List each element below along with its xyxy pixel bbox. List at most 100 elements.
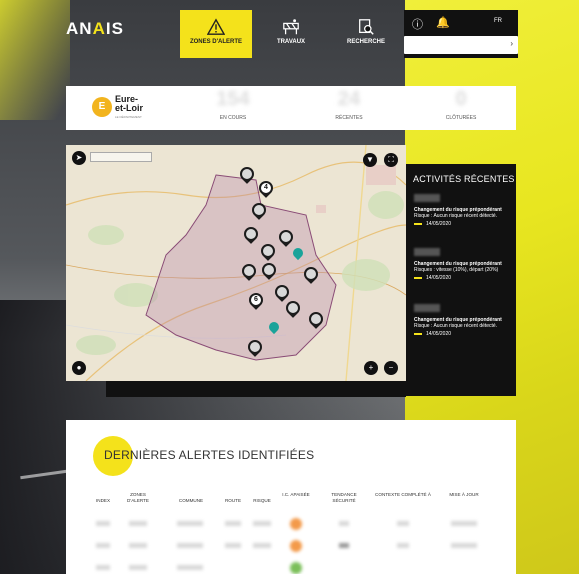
filter-icon[interactable]: ▼ (363, 153, 377, 167)
cluster-count: 4 (261, 183, 271, 193)
pin-center (277, 287, 287, 297)
date-marker (414, 333, 422, 335)
table-cell (451, 521, 477, 526)
table-cell (397, 521, 409, 526)
table-cell (225, 521, 241, 526)
col-ic-apaisee[interactable]: I.C. APAISÉE (281, 492, 311, 498)
activity-placeholder (414, 304, 440, 312)
stat-value: 154 (216, 88, 250, 110)
status-indicator (290, 540, 302, 552)
table-cell (397, 543, 409, 548)
pin-center (311, 314, 321, 324)
nav-travaux[interactable]: TRAVAUX (255, 10, 327, 58)
table-cell (177, 565, 203, 570)
alerts-table-header: INDEX ZONES D'ALERTE COMMUNE ROUTE RISQU… (91, 490, 506, 510)
col-commune[interactable]: COMMUNE (171, 498, 211, 504)
activity-date: 14/05/2020 (426, 221, 452, 227)
department-logo: E Eure- et-Loir LE DÉPARTEMENT (92, 95, 162, 123)
department-name: Eure- et-Loir (115, 95, 143, 113)
latest-alerts-card: DERNIÈRES ALERTES IDENTIFIÉES INDEX ZONE… (66, 420, 516, 574)
department-logo-mark: E (92, 97, 112, 117)
table-cell (96, 543, 110, 548)
activity-date: 14/05/2020 (426, 275, 452, 281)
pin-center (295, 250, 301, 256)
bell-icon[interactable]: 🔔 (436, 16, 450, 29)
pin-center (246, 229, 256, 239)
map-markers (66, 145, 406, 381)
col-tendance[interactable]: TENDANCE SÉCURITÉ (327, 492, 361, 504)
table-cell (129, 543, 147, 548)
warning-icon (207, 18, 225, 35)
pin-center (263, 246, 273, 256)
activities-title: ACTIVITÉS RÉCENTES (413, 174, 515, 184)
chevron-right-icon[interactable]: › (510, 39, 513, 48)
activity-item[interactable]: Changement du risque prépondérant Risque… (414, 304, 512, 337)
pin-center (306, 269, 316, 279)
nav-label: ZONES D'ALERTE (189, 39, 243, 45)
table-cell (253, 543, 271, 548)
info-icon[interactable]: ⓘ (412, 16, 424, 31)
table-row[interactable] (91, 562, 506, 574)
table-row[interactable] (91, 540, 506, 554)
date-marker (414, 277, 422, 279)
header-search-field[interactable]: › (404, 36, 518, 54)
alerts-title: DERNIÈRES ALERTES IDENTIFIÉES (104, 448, 315, 462)
activity-desc: Risque : Aucun risque récent détecté. (414, 213, 498, 219)
activity-placeholder (414, 194, 440, 202)
table-cell (339, 543, 349, 548)
stat-cloturees: 0 CLÔTURÉES (406, 86, 516, 130)
pin-center (244, 266, 254, 276)
activity-item[interactable]: Changement du risque prépondérant Risque… (414, 194, 512, 227)
pin-center (288, 303, 298, 313)
table-cell (177, 521, 203, 526)
date-marker (414, 223, 422, 225)
stat-label: RÉCENTES (335, 115, 363, 121)
roadwork-icon (283, 19, 299, 35)
search-document-icon (359, 19, 374, 35)
col-contexte[interactable]: CONTEXTE COMPLÉTÉ À (373, 492, 433, 498)
activity-desc: Risque : Aucun risque récent détecté. (414, 323, 498, 329)
col-risque[interactable]: RISQUE (249, 498, 275, 504)
col-mise-a-jour[interactable]: MISE À JOUR (447, 492, 481, 498)
nav-zones-alerte[interactable]: ZONES D'ALERTE (180, 10, 252, 58)
status-indicator (290, 518, 302, 530)
table-cell (451, 543, 477, 548)
col-zones[interactable]: ZONES D'ALERTE (121, 492, 155, 504)
stat-value: 0 (455, 88, 467, 110)
table-cell (225, 543, 241, 548)
activity-date-row: 14/05/2020 (414, 275, 512, 281)
recent-activities-panel: ACTIVITÉS RÉCENTES Changement du risque … (406, 164, 516, 396)
stats-card: E Eure- et-Loir LE DÉPARTEMENT 154 EN CO… (66, 86, 516, 130)
activity-placeholder (414, 248, 440, 256)
activity-item[interactable]: Changement du risque prépondérant Risque… (414, 248, 512, 281)
app-logo[interactable]: ANAIS (66, 19, 124, 39)
alert-map[interactable]: 4 6 ➤ ▼ ⛶ ● + − (66, 145, 406, 381)
zoom-in-button[interactable]: + (364, 361, 378, 375)
table-row[interactable] (91, 518, 506, 532)
language-selector[interactable]: FR (494, 18, 502, 24)
pin-center (250, 342, 260, 352)
col-index[interactable]: INDEX (91, 498, 115, 504)
table-cell (129, 521, 147, 526)
car-icon[interactable]: ● (72, 361, 86, 375)
activity-date: 14/05/2020 (426, 331, 452, 337)
department-subtitle: LE DÉPARTEMENT (115, 115, 142, 119)
stat-label: CLÔTURÉES (445, 115, 477, 121)
cluster-count: 6 (251, 295, 261, 305)
stat-recentes: 24 RÉCENTES (294, 86, 404, 130)
table-cell (129, 565, 147, 570)
map-search-input[interactable] (90, 152, 152, 162)
nav-label: RECHERCHE (346, 39, 385, 45)
col-route[interactable]: ROUTE (221, 498, 245, 504)
pin-center (254, 205, 264, 215)
fullscreen-icon[interactable]: ⛶ (384, 153, 398, 167)
status-indicator (290, 562, 302, 574)
zoom-out-button[interactable]: − (384, 361, 398, 375)
activity-date-row: 14/05/2020 (414, 331, 512, 337)
nav-recherche[interactable]: RECHERCHE (330, 10, 402, 58)
pin-center (281, 232, 291, 242)
table-cell (96, 521, 110, 526)
activity-desc: Risques : vitesse (10%), départ (20%) (414, 267, 499, 273)
locate-icon[interactable]: ➤ (72, 151, 86, 165)
table-cell (339, 521, 349, 526)
